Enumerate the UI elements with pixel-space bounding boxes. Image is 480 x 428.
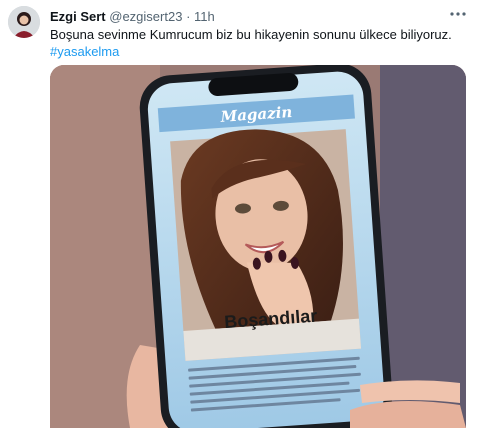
avatar[interactable] bbox=[8, 6, 40, 38]
avatar-image bbox=[8, 6, 40, 38]
tweet-card[interactable]: Ezgi Sert @ezgisert23 · 11h Boşuna sevin… bbox=[0, 0, 480, 428]
author-name[interactable]: Ezgi Sert bbox=[50, 9, 106, 24]
tweet-timestamp[interactable]: 11h bbox=[194, 9, 215, 24]
phone-screen-photo: Magazin Boşandılar bbox=[50, 65, 466, 428]
author-handle[interactable]: @ezgisert23 bbox=[109, 9, 182, 24]
more-dots-icon[interactable] bbox=[448, 6, 468, 22]
tweet-text: Boşuna sevinme Kumrucum biz bu hikayenin… bbox=[50, 27, 452, 42]
tweet-media-image[interactable]: Magazin Boşandılar bbox=[50, 65, 466, 428]
separator: · bbox=[186, 9, 191, 24]
tweet-header: Ezgi Sert @ezgisert23 · 11h bbox=[50, 8, 470, 26]
hashtag-link[interactable]: #yasakelma bbox=[50, 43, 119, 60]
